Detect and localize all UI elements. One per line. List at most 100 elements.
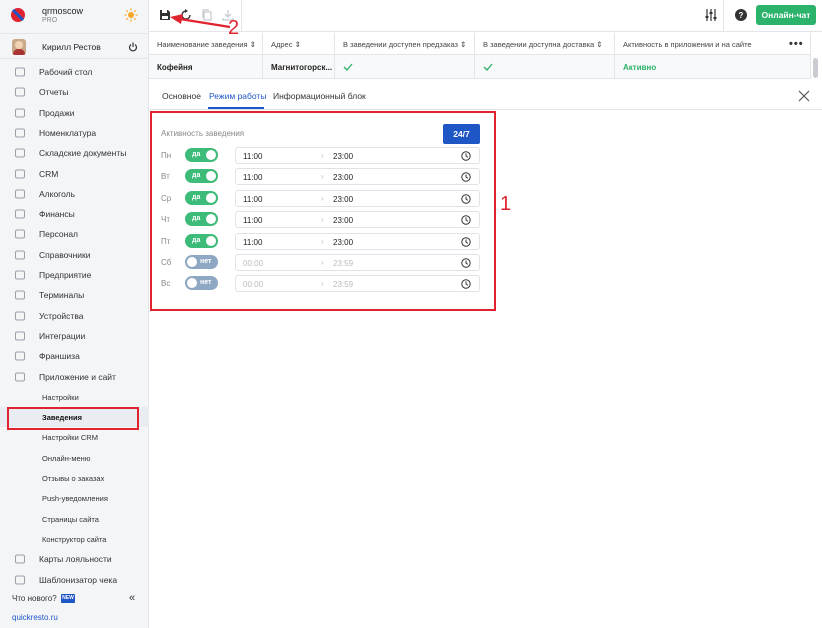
sidebar-item[interactable]: Справочники bbox=[0, 245, 149, 265]
sidebar-subitem[interactable]: Онлайн-меню bbox=[0, 448, 149, 468]
clock-icon[interactable] bbox=[461, 279, 471, 290]
sidebar-subitem[interactable]: Настройки CRM bbox=[0, 427, 149, 447]
check-icon bbox=[343, 63, 353, 71]
time-range-field[interactable]: 00:00 › 23:59 bbox=[235, 275, 480, 293]
sidebar-item[interactable]: Карты лояльности bbox=[0, 549, 149, 569]
table-header-activity[interactable]: Активность в приложении и на сайте bbox=[615, 33, 811, 55]
table-header-delivery[interactable]: В заведении доступна доставка ⇕ bbox=[475, 33, 615, 55]
time-to: 23:00 bbox=[333, 173, 354, 183]
enterprise-icon bbox=[15, 270, 25, 280]
clock-icon[interactable] bbox=[461, 172, 471, 183]
sidebar: qrmoscow PRO Кирилл Рестов Рабочий стол О… bbox=[0, 0, 149, 628]
day-toggle[interactable]: да bbox=[185, 169, 218, 184]
table-cell-delivery[interactable] bbox=[475, 55, 615, 79]
table-header-preorder[interactable]: В заведении доступен предзаказ ⇕ bbox=[335, 33, 475, 55]
online-chat-button[interactable]: Онлайн-чат bbox=[756, 5, 816, 25]
sidebar-subitem-label: Push-уведомления bbox=[42, 494, 108, 504]
table-cell-address[interactable]: Магнитогорск... bbox=[263, 55, 335, 79]
more-options-icon[interactable]: ••• bbox=[789, 38, 804, 50]
sidebar-item[interactable]: Устройства bbox=[0, 306, 149, 326]
clock-icon[interactable] bbox=[461, 236, 471, 247]
staff-icon bbox=[15, 229, 25, 239]
day-label: Вс bbox=[161, 279, 171, 289]
day-toggle[interactable]: да bbox=[185, 212, 218, 227]
sidebar-subitem[interactable]: Отзывы о заказах bbox=[0, 468, 149, 488]
sidebar-item[interactable]: Рабочий стол bbox=[0, 62, 149, 82]
settings-sliders-icon[interactable] bbox=[704, 8, 718, 22]
24-7-button[interactable]: 24/7 bbox=[443, 124, 480, 144]
sidebar-item[interactable]: Отчеты bbox=[0, 82, 149, 102]
day-toggle[interactable]: да bbox=[185, 233, 218, 248]
toggle-label: да bbox=[192, 172, 201, 180]
active-item-highlight bbox=[7, 407, 139, 430]
sidebar-item[interactable]: Предприятие bbox=[0, 265, 149, 285]
brand-plan: PRO bbox=[42, 17, 58, 24]
avatar[interactable] bbox=[12, 39, 26, 55]
sidebar-item[interactable]: Алкоголь bbox=[0, 184, 149, 204]
detail-tabs: Основное Режим работы Информационный бло… bbox=[149, 82, 822, 110]
toggle-knob bbox=[206, 150, 216, 160]
sidebar-subitem[interactable]: Конструктор сайта bbox=[0, 529, 149, 549]
sidebar-subitem[interactable]: Push-уведомления bbox=[0, 488, 149, 508]
time-range-field[interactable]: 00:00 › 23:59 bbox=[235, 254, 480, 271]
time-range-field[interactable]: 11:00 › 23:00 bbox=[235, 168, 480, 186]
sidebar-item-label: Шаблонизатор чека bbox=[39, 574, 118, 585]
directory-icon bbox=[15, 250, 25, 260]
sidebar-item[interactable]: Приложение и сайт bbox=[0, 367, 149, 387]
table-header-address[interactable]: Адрес ⇕ bbox=[263, 33, 335, 55]
sidebar-item-label: Терминалы bbox=[39, 290, 85, 301]
day-toggle[interactable]: да bbox=[185, 190, 218, 205]
table-cell-activity[interactable]: Активно bbox=[615, 55, 811, 79]
close-icon[interactable] bbox=[798, 90, 810, 102]
day-toggle[interactable]: да bbox=[185, 148, 218, 162]
sidebar-item-label: Приложение и сайт bbox=[39, 371, 116, 382]
sidebar-item[interactable]: Шаблонизатор чека bbox=[0, 570, 149, 590]
site-link[interactable]: quickresto.ru bbox=[12, 613, 58, 622]
sidebar-item[interactable]: Номенклатура bbox=[0, 123, 149, 143]
sun-icon[interactable] bbox=[124, 8, 138, 22]
tab-schedule[interactable]: Режим работы bbox=[209, 91, 266, 101]
user-panel: Кирилл Рестов bbox=[0, 33, 149, 59]
receipt-icon bbox=[15, 575, 25, 584]
sidebar-item[interactable]: CRM bbox=[0, 164, 149, 184]
chevron-right-icon: › bbox=[321, 258, 324, 267]
sidebar-item[interactable]: Терминалы bbox=[0, 285, 149, 305]
power-icon[interactable] bbox=[128, 42, 138, 52]
table-cell-name[interactable]: Кофейня bbox=[149, 55, 263, 79]
check-icon bbox=[483, 63, 493, 71]
day-label: Пт bbox=[161, 236, 171, 246]
time-to: 23:00 bbox=[333, 152, 354, 161]
clock-icon[interactable] bbox=[461, 151, 471, 161]
clock-icon[interactable] bbox=[461, 194, 471, 204]
sidebar-item[interactable]: Франшиза bbox=[0, 346, 149, 366]
chevron-right-icon: › bbox=[321, 193, 324, 203]
clock-icon[interactable] bbox=[461, 258, 471, 268]
tab-info-block[interactable]: Информационный блок bbox=[273, 91, 366, 101]
time-range-field[interactable]: 11:00 › 23:00 bbox=[235, 232, 480, 250]
sidebar-item[interactable]: Складские документы bbox=[0, 143, 149, 163]
sidebar-item-label: Складские документы bbox=[39, 148, 127, 159]
sales-icon bbox=[15, 108, 25, 118]
new-badge: NEW bbox=[61, 594, 75, 603]
time-range-field[interactable]: 11:00 › 23:00 bbox=[235, 147, 480, 164]
time-range-field[interactable]: 11:00 › 23:00 bbox=[235, 189, 480, 207]
loyalty-icon bbox=[15, 554, 25, 564]
sidebar-item[interactable]: Финансы bbox=[0, 204, 149, 224]
table-cell-preorder[interactable] bbox=[335, 55, 475, 79]
sidebar-item[interactable]: Продажи bbox=[0, 103, 149, 123]
time-range-field[interactable]: 11:00 › 23:00 bbox=[235, 211, 480, 229]
clock-icon[interactable] bbox=[461, 215, 471, 225]
sidebar-subitem[interactable]: Страницы сайта bbox=[0, 509, 149, 529]
activity-label: Активность заведения bbox=[161, 129, 245, 138]
tab-main[interactable]: Основное bbox=[162, 91, 201, 101]
sidebar-subitem[interactable]: Настройки bbox=[0, 387, 149, 407]
sidebar-item[interactable]: Персонал bbox=[0, 224, 149, 244]
collapse-sidebar-button[interactable]: « bbox=[129, 592, 135, 604]
day-toggle[interactable]: нет bbox=[185, 276, 218, 291]
sidebar-item[interactable]: Интеграции bbox=[0, 326, 149, 346]
brand[interactable]: qrmoscow PRO bbox=[0, 0, 149, 32]
whats-new-link[interactable]: Что нового? bbox=[12, 594, 57, 603]
table-scrollbar[interactable] bbox=[813, 58, 818, 78]
help-icon[interactable]: ? bbox=[735, 9, 747, 21]
day-toggle[interactable]: нет bbox=[185, 255, 218, 269]
